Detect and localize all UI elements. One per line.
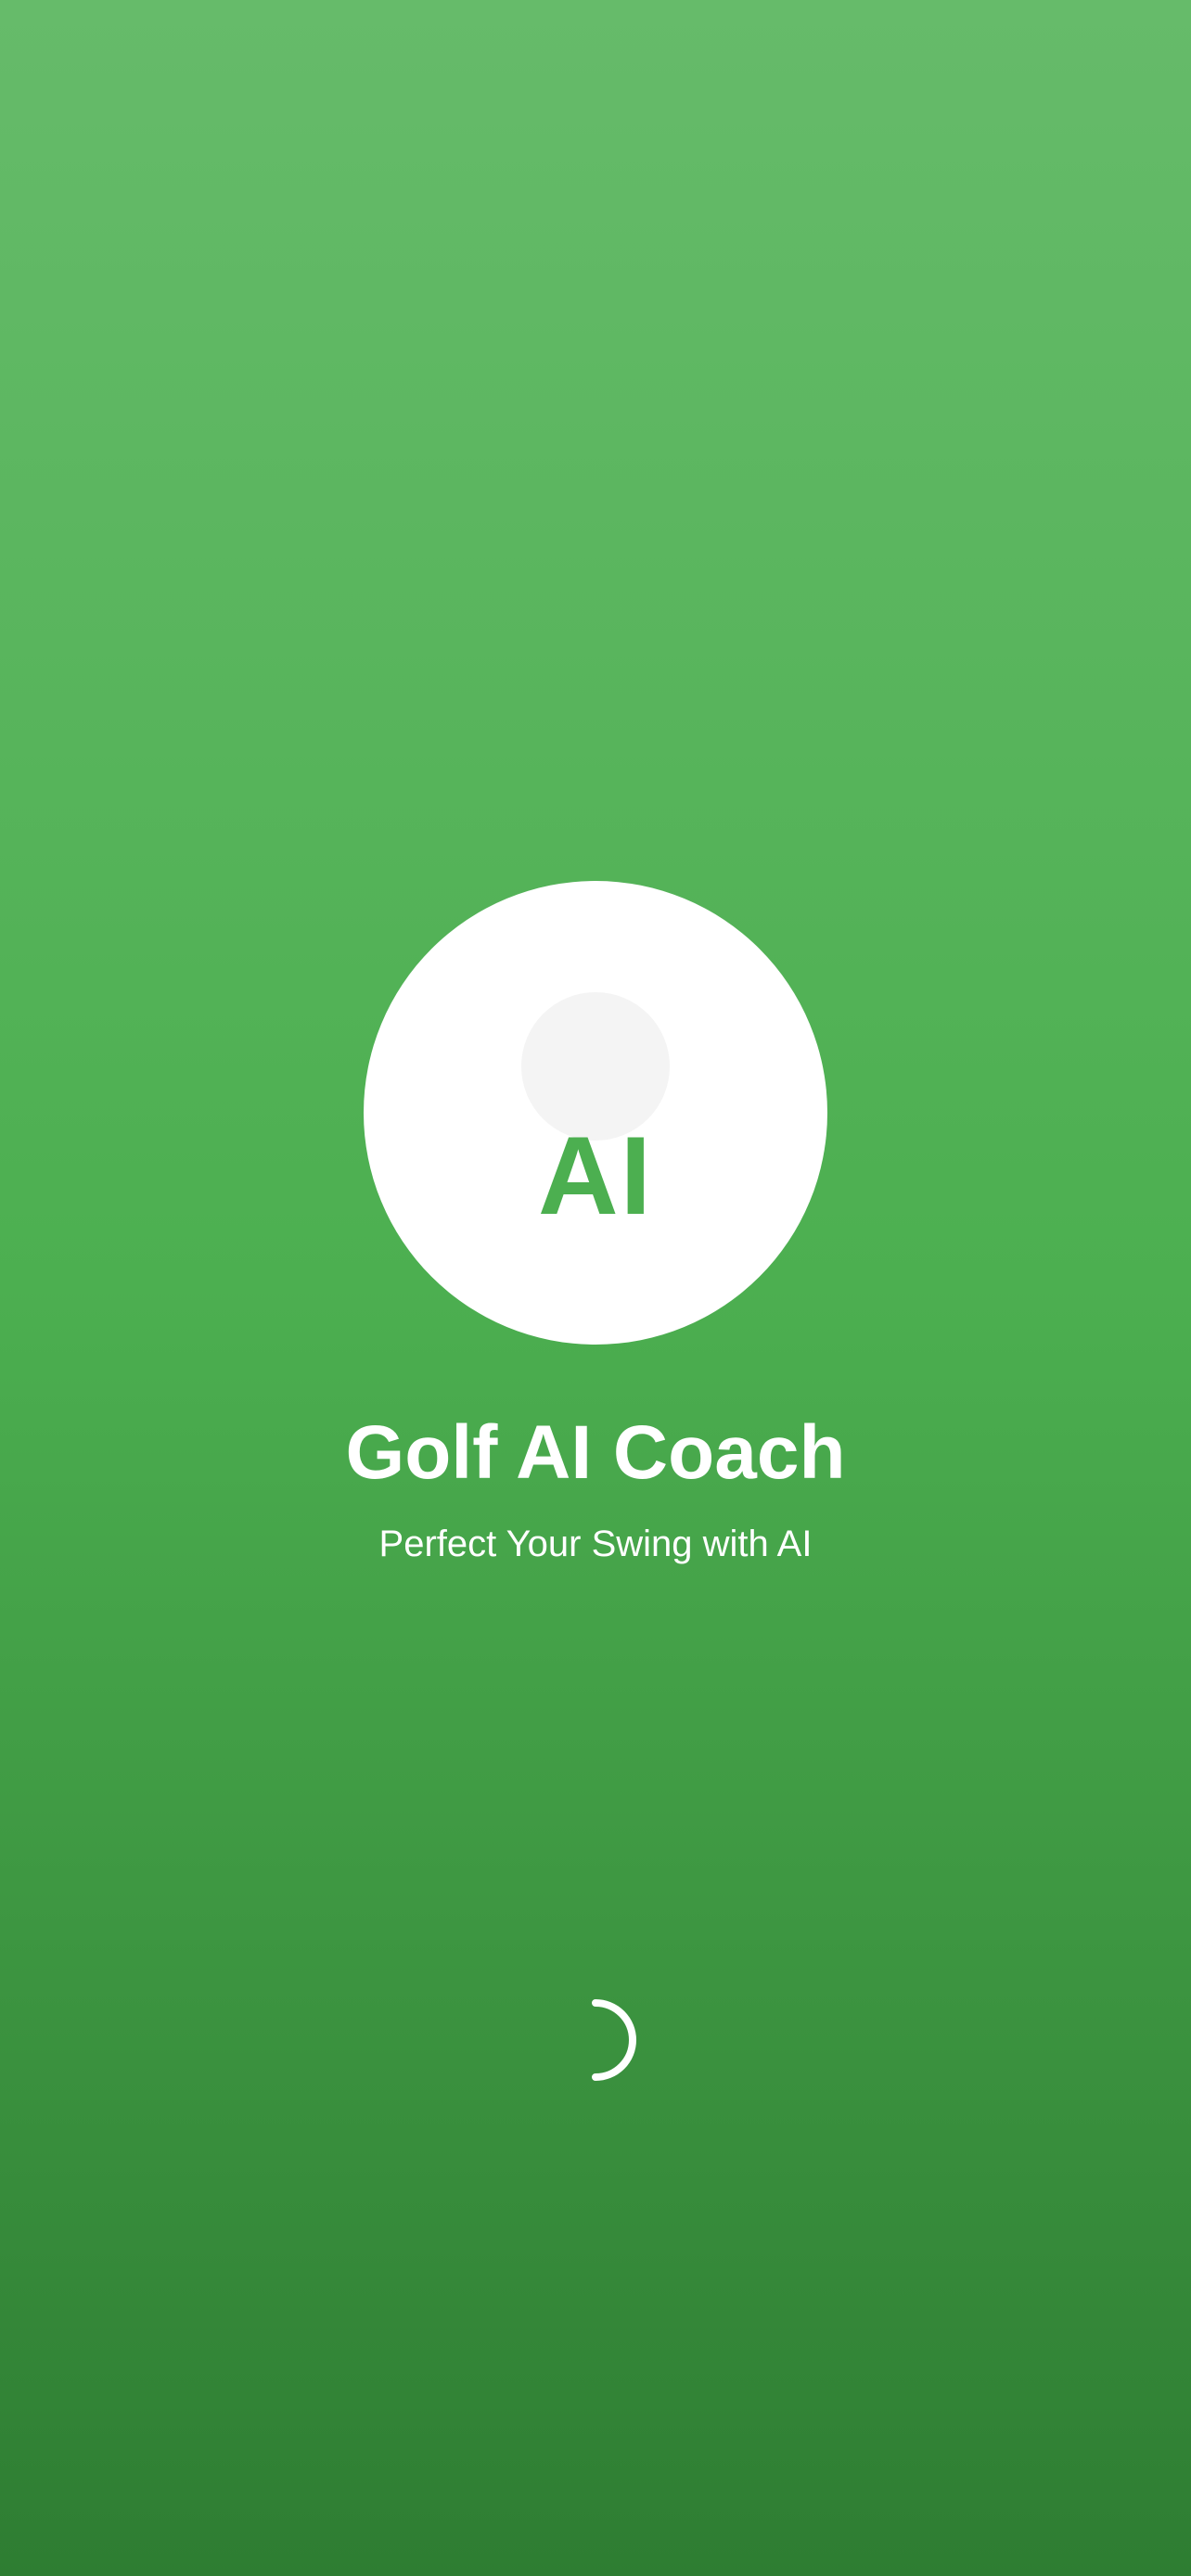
app-subtitle: Perfect Your Swing with AI: [378, 1524, 813, 1564]
logo-text: AI: [538, 1114, 653, 1238]
splash-screen: AI Golf AI Coach Perfect Your Swing with…: [0, 0, 1191, 2576]
loading-spinner: [555, 1999, 636, 2081]
spinner-icon: [592, 1999, 636, 2081]
app-title: Golf AI Coach: [345, 1410, 846, 1495]
app-logo: AI: [364, 881, 827, 1345]
